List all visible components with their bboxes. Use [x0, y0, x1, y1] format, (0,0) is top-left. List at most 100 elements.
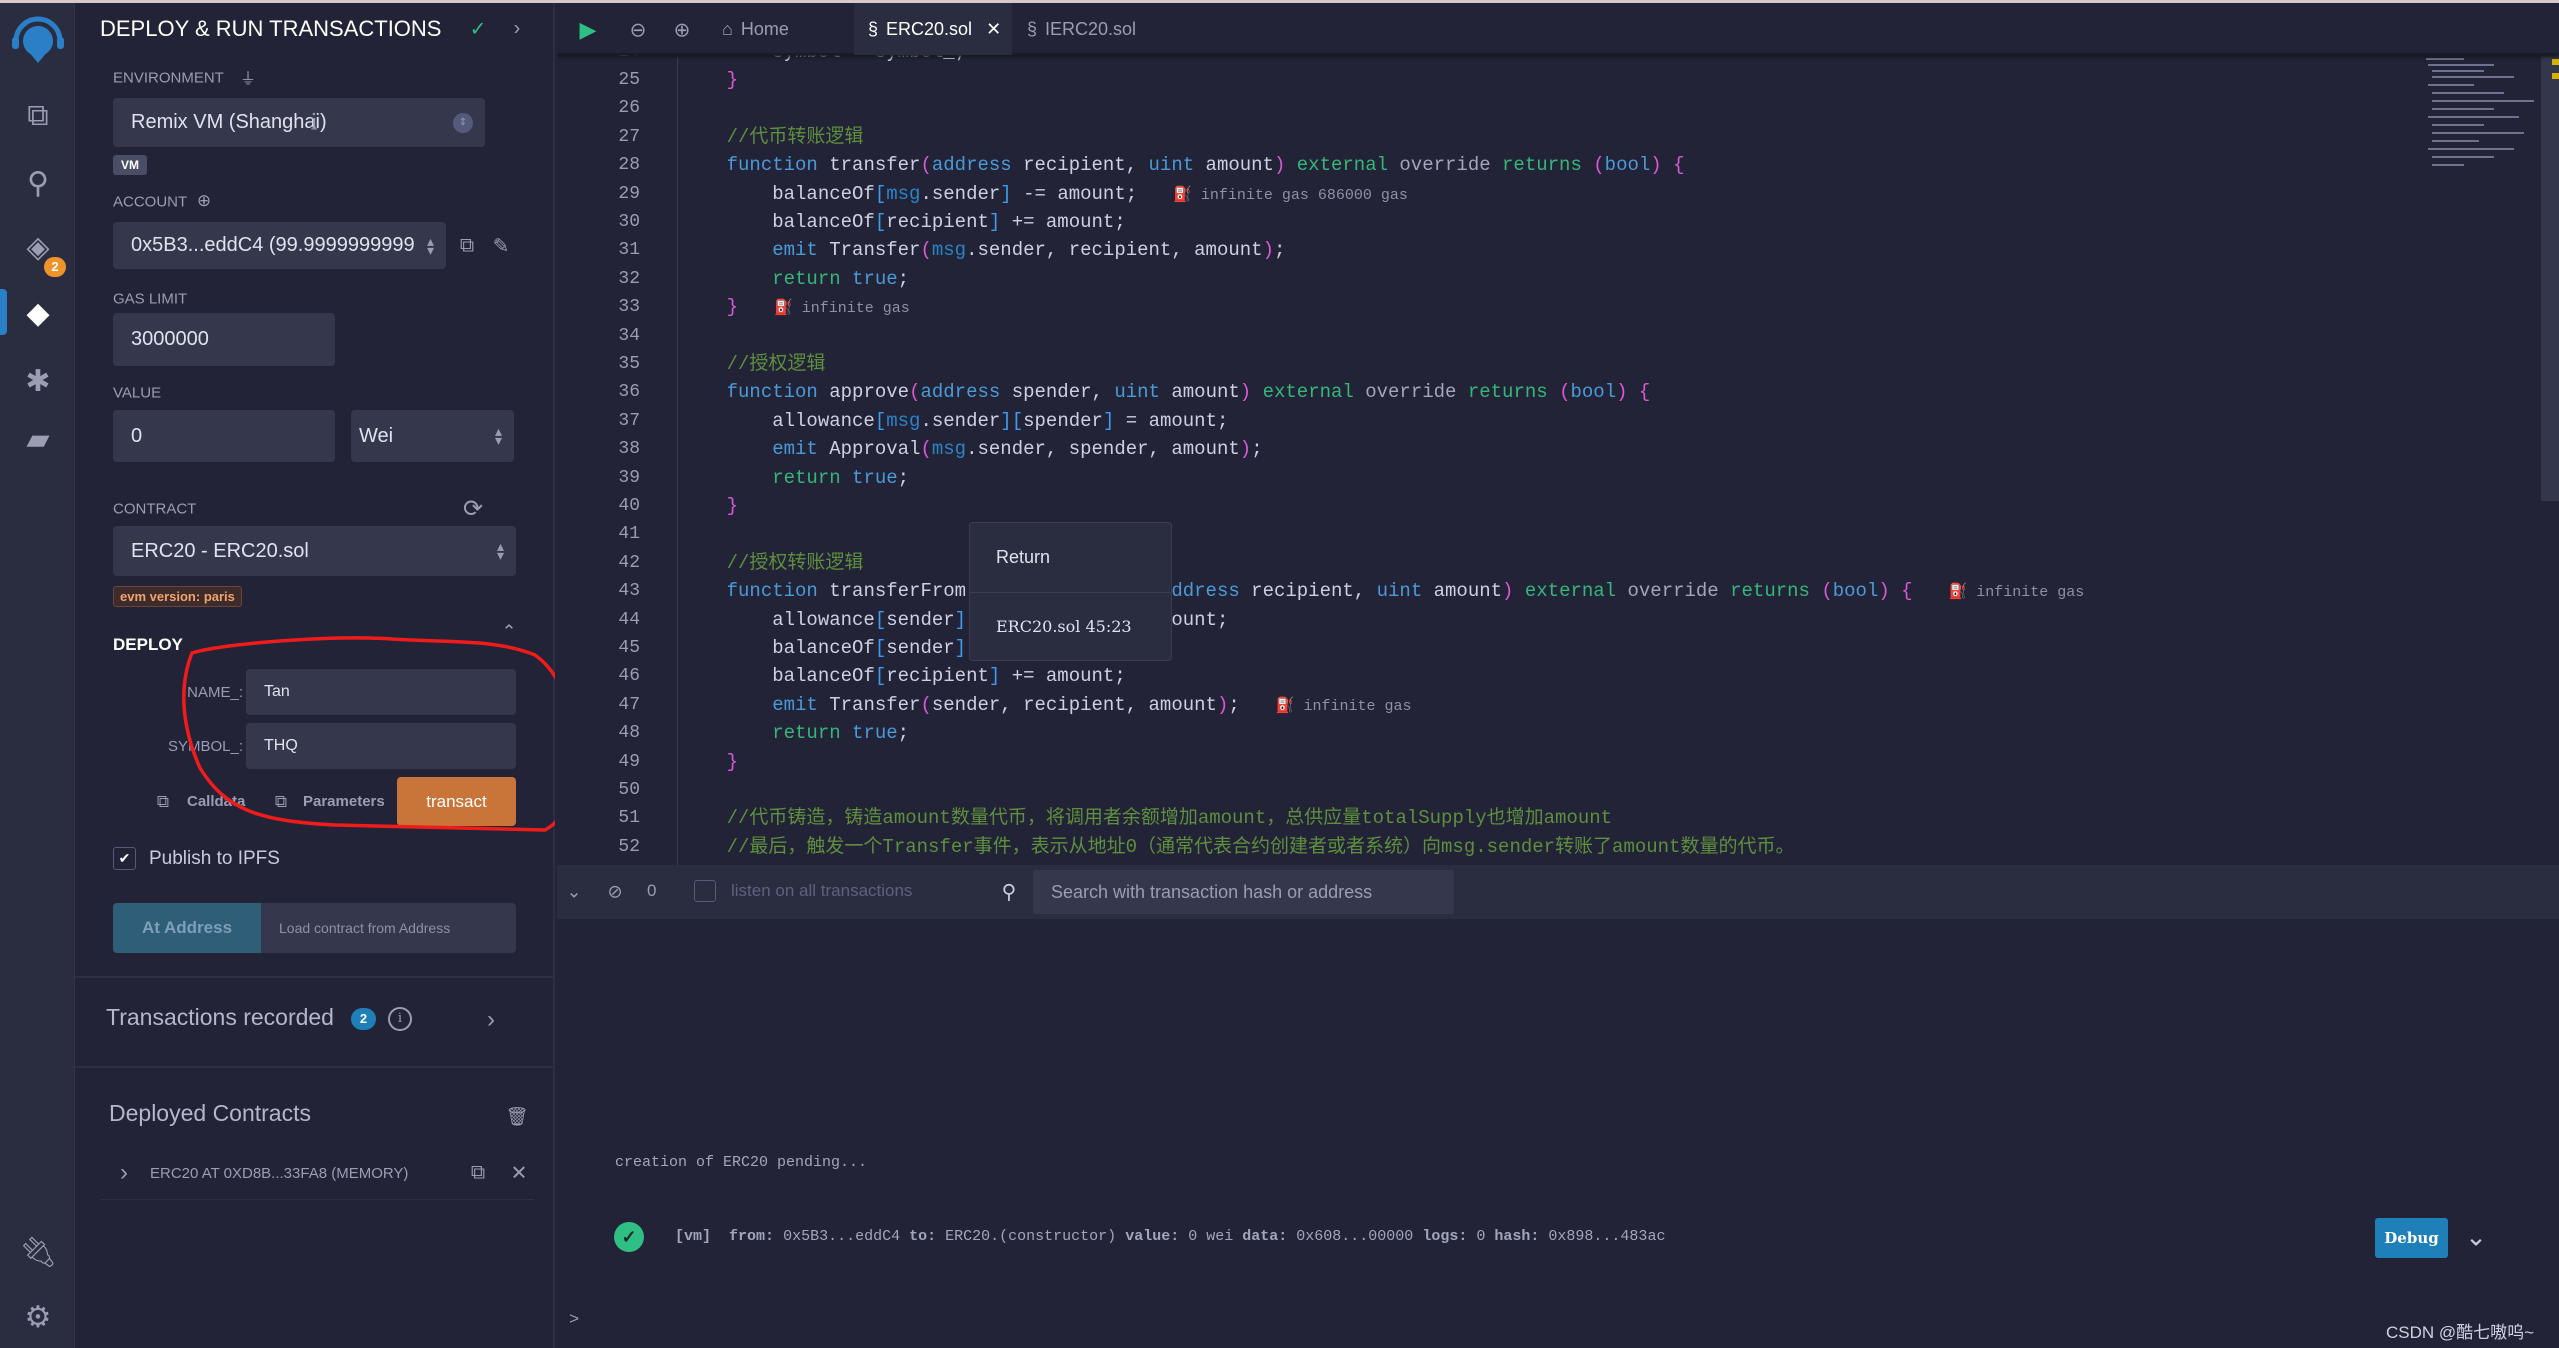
terminal-prompt[interactable]: >: [569, 1311, 579, 1330]
code-token: (: [909, 381, 921, 404]
copy-icon[interactable]: ⧉: [460, 235, 474, 258]
deploy-run-icon[interactable]: ◆: [18, 293, 58, 333]
code-line[interactable]: function transfer(address recipient, uin…: [681, 151, 1685, 179]
chevron-right-icon[interactable]: ›: [487, 1006, 495, 1034]
contract-select[interactable]: ERC20 - ERC20.sol ▴ ▾: [113, 526, 516, 576]
file-explorer-icon[interactable]: ⧉: [18, 96, 58, 136]
publish-ipfs-checkbox[interactable]: ✔: [113, 847, 136, 870]
code-line[interactable]: function approve(address spender, uint a…: [681, 378, 1651, 406]
code-editor[interactable]: ▶ ⊖ ⊕ ⌂Home §ERC20.sol✕ §IERC20.sol 24 s…: [557, 3, 2559, 865]
calldata-button[interactable]: Calldata: [187, 793, 245, 810]
value-unit-select[interactable]: Wei ▴ ▾: [351, 410, 514, 462]
code-line[interactable]: emit Transfer(msg.sender, recipient, amo…: [681, 236, 1285, 264]
code-token: ;: [1216, 608, 1229, 631]
code-area[interactable]: 24 symbol = symbol_;25 }2627 //代币转账逻辑28 …: [557, 3, 2417, 865]
plus-circle-icon[interactable]: ⊕: [197, 191, 211, 211]
code-line[interactable]: //授权转账逻辑: [681, 549, 864, 577]
code-token: ;: [1273, 239, 1286, 262]
chevron-double-down-icon[interactable]: ⌄: [566, 882, 581, 903]
run-script-play-icon[interactable]: ▶: [580, 17, 597, 43]
info-icon[interactable]: i: [310, 111, 317, 136]
code-token: balanceOf: [772, 182, 875, 205]
param-input-name[interactable]: Tan: [246, 669, 516, 715]
tab-home[interactable]: ⌂ Home: [722, 3, 789, 55]
code-line[interactable]: balanceOf[msg.sender] -= amount; infinite…: [681, 180, 1408, 208]
chevron-right-icon[interactable]: ›: [120, 1159, 128, 1187]
deployed-contract-row[interactable]: › ERC20 AT 0XD8B...33FA8 (MEMORY) ⧉ ✕: [100, 1153, 534, 1200]
gas-limit-input[interactable]: 3000000: [113, 313, 335, 366]
line-number: 35: [618, 354, 640, 374]
code-token: ): [1239, 438, 1252, 461]
remix-logo-icon[interactable]: [10, 15, 66, 67]
chevron-right-icon[interactable]: ›: [514, 18, 521, 41]
code-line[interactable]: //代币转账逻辑: [681, 123, 864, 151]
close-tab-icon[interactable]: ✕: [986, 19, 1001, 40]
tab-erc20-sol[interactable]: § ERC20.sol ✕: [854, 3, 1012, 55]
minimap[interactable]: [2424, 55, 2542, 185]
transaction-search-input[interactable]: Search with transaction hash or address: [1033, 870, 1454, 914]
copy-calldata-icon[interactable]: ⧉: [157, 792, 169, 812]
environment-select[interactable]: Remix VM (Shanghai) ⇕: [113, 98, 485, 147]
account-select[interactable]: 0x5B3...eddC4 (99.9999999999 ▴ ▾: [113, 222, 446, 269]
code-line[interactable]: balanceOf[recipient] += amount;: [681, 208, 1126, 236]
code-token: [: [1011, 409, 1024, 432]
at-address-button[interactable]: At Address: [113, 903, 261, 953]
code-line[interactable]: } infinite gas: [681, 293, 910, 321]
parameters-button[interactable]: Parameters: [303, 793, 385, 810]
tab-ierc20-sol[interactable]: § IERC20.sol: [1027, 3, 1136, 55]
zoom-out-icon[interactable]: ⊖: [630, 18, 647, 43]
editor-scrollbar[interactable]: [2541, 55, 2559, 501]
code-line[interactable]: return true;: [681, 265, 909, 293]
close-icon[interactable]: ✕: [511, 1161, 528, 1186]
debug-button[interactable]: Debug: [2375, 1218, 2448, 1258]
code-token: msg: [886, 409, 921, 432]
code-line[interactable]: }: [681, 66, 738, 94]
code-line[interactable]: }: [681, 748, 738, 776]
chevron-down-icon[interactable]: ⌄: [2465, 1222, 2487, 1253]
zoom-in-icon[interactable]: ⊕: [674, 18, 691, 43]
gas-estimate-hint: infinite gas: [1949, 584, 2085, 601]
code-token: transfer: [829, 154, 921, 177]
plugin-manager-icon[interactable]: 🔌︎: [18, 1232, 58, 1272]
logs-value: 0: [1476, 1228, 1486, 1245]
code-token: recipient: [886, 665, 989, 688]
search-icon[interactable]: ⚲: [18, 163, 58, 203]
code-line[interactable]: return true;: [681, 719, 909, 747]
info-icon[interactable]: i: [388, 1007, 412, 1031]
at-address-input[interactable]: Load contract from Address: [261, 903, 516, 953]
code-line[interactable]: function transferFrom(address sender, ad…: [681, 577, 2085, 605]
clear-console-ban-icon[interactable]: ⊘: [607, 882, 622, 903]
code-line[interactable]: emit Transfer(sender, recipient, amount)…: [681, 691, 1411, 719]
code-token: }: [726, 69, 739, 91]
code-line[interactable]: //代币铸造，铸造amount数量代币，将调用者余额增加amount，总供应量t…: [681, 804, 1612, 832]
refresh-icon[interactable]: ⟳: [463, 495, 483, 524]
param-input-symbol[interactable]: THQ: [246, 723, 516, 769]
code-line[interactable]: return true;: [681, 464, 909, 492]
tx-log-line[interactable]: [vm] from: 0x5B3...eddC4 to: ERC20.(cons…: [675, 1228, 1665, 1245]
deploy-run-panel: DEPLOY & RUN TRANSACTIONS ✓ › ENVIRONMEN…: [75, 3, 555, 1348]
value-input[interactable]: 0: [113, 410, 335, 462]
code-line[interactable]: emit Approval(msg.sender, spender, amoun…: [681, 435, 1262, 463]
chevron-up-icon[interactable]: ⌃: [501, 622, 516, 643]
updown-icon: ▴ ▾: [426, 232, 434, 258]
transact-button[interactable]: transact: [397, 777, 516, 826]
code-line[interactable]: //最后，触发一个Transfer事件，表示从地址0（通常代表合约创建者或者系统…: [681, 833, 1795, 861]
code-token: uint: [1376, 580, 1423, 603]
edit-icon[interactable]: ✎: [493, 234, 510, 259]
code-line[interactable]: //授权逻辑: [681, 350, 826, 378]
copy-address-icon[interactable]: ⧉: [471, 1162, 485, 1185]
copy-parameters-icon[interactable]: ⧉: [275, 792, 287, 812]
trash-icon[interactable]: 🗑︎: [506, 1107, 529, 1128]
code-line[interactable]: balanceOf[recipient] += amount;: [681, 662, 1126, 690]
code-line[interactable]: }: [681, 492, 738, 520]
learneth-book-icon[interactable]: ▰: [18, 419, 58, 459]
listen-checkbox[interactable]: [694, 880, 716, 902]
transactions-recorded-label[interactable]: Transactions recorded: [106, 1004, 334, 1031]
settings-gear-icon[interactable]: ⚙: [18, 1297, 58, 1337]
code-line[interactable]: allowance[msg.sender][spender] = amount;: [681, 407, 1228, 435]
debugger-bug-icon[interactable]: ✱: [18, 361, 58, 401]
